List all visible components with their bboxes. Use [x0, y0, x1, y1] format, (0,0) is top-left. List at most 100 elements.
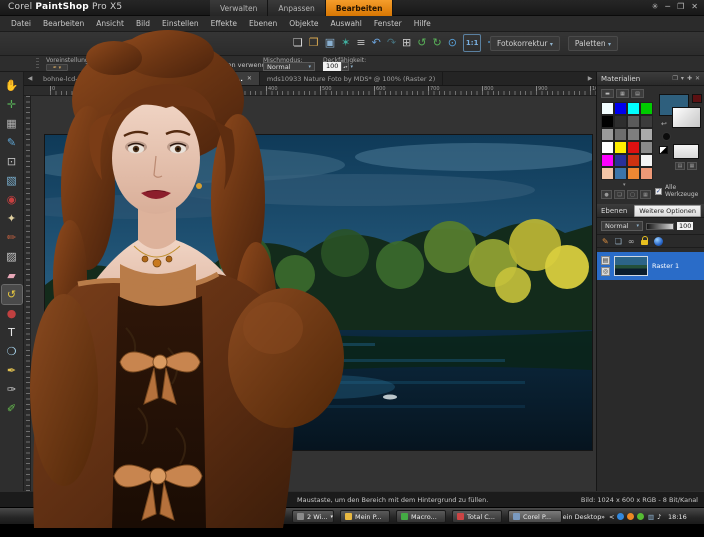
warp-brush-tool[interactable]: ✑: [2, 380, 22, 399]
network-icon[interactable]: ▥: [648, 510, 654, 523]
preset-shape-tool[interactable]: ❍: [2, 342, 22, 361]
pick-tool[interactable]: ▧: [2, 171, 22, 190]
frame-view-tab[interactable]: ▬: [601, 89, 614, 98]
color-style-button[interactable]: ●: [601, 190, 612, 199]
restore-icon[interactable]: ❐: [677, 2, 684, 12]
minimize-icon[interactable]: ─: [665, 2, 670, 12]
taskbar-button-macro[interactable]: Macro...: [396, 510, 446, 523]
spinner-arrows-icon[interactable]: ▴▾: [341, 62, 349, 71]
fotokorrektur-button[interactable]: Fotokorrektur ▾: [490, 36, 560, 51]
pen-tool[interactable]: ✒: [2, 361, 22, 380]
tray-icon-1[interactable]: [627, 513, 634, 520]
paletten-button[interactable]: Paletten ▾: [568, 36, 618, 51]
crop-tool[interactable]: ⊡: [2, 152, 22, 171]
texture-chip[interactable]: [673, 144, 699, 159]
background-color-chip[interactable]: [672, 107, 701, 128]
tab-scroll-left[interactable]: ◀: [24, 72, 36, 85]
document-tab-1[interactable]: (Raster 1): [98, 72, 145, 85]
layer-row-raster1[interactable]: ▤ ◎ Raster 1: [597, 252, 704, 280]
taskbar-button-2wi[interactable]: 2 Wi...▾: [292, 510, 334, 523]
layer-camera-icon[interactable]: ◎: [601, 267, 610, 276]
mesh-warp-tool[interactable]: ✐: [2, 399, 22, 418]
save-icon[interactable]: ▣: [325, 34, 335, 52]
swatch-view-tab[interactable]: ▤: [631, 89, 644, 98]
color-swatch-2[interactable]: [627, 102, 640, 115]
lock-icon[interactable]: [641, 240, 648, 245]
menu-item-ebenen[interactable]: Ebenen: [244, 17, 282, 30]
menu-item-datei[interactable]: Datei: [6, 17, 36, 30]
color-swatch-9[interactable]: [614, 128, 627, 141]
color-swatch-11[interactable]: [640, 128, 653, 141]
color-swatch-3[interactable]: [640, 102, 653, 115]
accent-color-chip[interactable]: [692, 94, 702, 103]
menu-item-objekte[interactable]: Objekte: [284, 17, 323, 30]
color-swatch-19[interactable]: [640, 154, 653, 167]
color-swatch-20[interactable]: [601, 167, 614, 180]
color-swatch-21[interactable]: [614, 167, 627, 180]
rainbow-view-tab[interactable]: ▦: [616, 89, 629, 98]
new-file-icon[interactable]: ❏: [293, 34, 303, 52]
tray-icon-2[interactable]: [637, 513, 644, 520]
pin-icon[interactable]: ✚: [687, 75, 692, 82]
help-globe-icon[interactable]: ✳: [652, 2, 659, 12]
move-tool[interactable]: ✛: [2, 95, 22, 114]
info-icon[interactable]: ⊙: [448, 34, 457, 52]
dropper-tool[interactable]: ✎: [2, 133, 22, 152]
gradient-style-button[interactable]: ❏: [614, 190, 625, 199]
pan-tool[interactable]: ✋: [2, 76, 22, 95]
swap-colors-icon[interactable]: ↩: [661, 120, 667, 128]
caret-icon[interactable]: ▾: [681, 75, 684, 82]
desktop-toolbar-label[interactable]: Mein Desktop: [557, 510, 601, 523]
texture-style-button[interactable]: ▦: [640, 190, 651, 199]
color-swatch-14[interactable]: [627, 141, 640, 154]
color-swatch-23[interactable]: [640, 167, 653, 180]
layer-visibility-icon[interactable]: ▤: [601, 256, 610, 265]
texture-toggle-button[interactable]: ▤: [675, 162, 685, 170]
alle-werkzeuge-checkbox[interactable]: ✓: [655, 188, 662, 195]
close-icon[interactable]: ✕: [691, 2, 698, 12]
workspace-tab-bearbeiten[interactable]: Bearbeiten: [326, 0, 394, 16]
open-file-icon[interactable]: ❐: [309, 34, 319, 52]
color-swatch-7[interactable]: [640, 115, 653, 128]
document-tab-3[interactable]: mds10933 Nature Foto by MDS* @ 100% (Ras…: [260, 72, 443, 85]
color-swatch-1[interactable]: [614, 102, 627, 115]
rotate-left-icon[interactable]: ↺: [417, 34, 426, 52]
layer-blend-dropdown[interactable]: Normal▾: [601, 221, 643, 231]
makeover-tool[interactable]: ✦: [2, 209, 22, 228]
link-layers-icon[interactable]: ∞: [628, 237, 635, 246]
swatch-more-caret[interactable]: ▾: [623, 182, 626, 188]
tray-icon-0[interactable]: [617, 513, 624, 520]
layer-opacity-slider[interactable]: [646, 223, 674, 230]
texture-options-button[interactable]: ▦: [687, 162, 697, 170]
document-tab-0[interactable]: bohne-lcd-m...: [36, 72, 98, 85]
menu-item-fenster[interactable]: Fenster: [369, 17, 407, 30]
menu-item-effekte[interactable]: Effekte: [206, 17, 242, 30]
menu-item-bild[interactable]: Bild: [131, 17, 155, 30]
new-layer-icon[interactable]: ❏: [615, 237, 622, 246]
menu-item-hilfe[interactable]: Hilfe: [409, 17, 436, 30]
close-icon[interactable]: ✕: [695, 75, 700, 82]
alle-ebenen-checkbox[interactable]: [186, 61, 193, 68]
tab-scroll-right[interactable]: ▶: [584, 72, 596, 85]
rotate-right-icon[interactable]: ↻: [432, 34, 441, 52]
color-swatch-10[interactable]: [627, 128, 640, 141]
workspace-tab-verwalten[interactable]: Verwalten: [210, 0, 268, 16]
one-to-one-icon[interactable]: 1:1: [463, 34, 482, 52]
flood-fill-tool[interactable]: ▨: [2, 247, 22, 266]
background-eraser-tool[interactable]: ↺: [2, 285, 22, 304]
menu-item-ansicht[interactable]: Ansicht: [91, 17, 129, 30]
selection-tool[interactable]: ▦: [2, 114, 22, 133]
document-tab-2[interactable]: Image1* @ 98% (Raste...✕: [145, 72, 260, 85]
paint-brush-tool[interactable]: ✏: [2, 228, 22, 247]
share-icon[interactable]: ✶: [341, 34, 350, 52]
color-swatch-15[interactable]: [640, 141, 653, 154]
nature-photo-image[interactable]: [45, 135, 592, 450]
color-circle-chip[interactable]: [662, 132, 671, 141]
taskbar-button-corelp[interactable]: Corel P...: [508, 510, 562, 523]
layer-thumbnail[interactable]: [614, 256, 648, 276]
color-swatch-8[interactable]: [601, 128, 614, 141]
color-swatch-16[interactable]: [601, 154, 614, 167]
close-icon[interactable]: ✕: [247, 75, 252, 82]
black-white-chip[interactable]: [659, 146, 668, 154]
color-swatch-13[interactable]: [614, 141, 627, 154]
